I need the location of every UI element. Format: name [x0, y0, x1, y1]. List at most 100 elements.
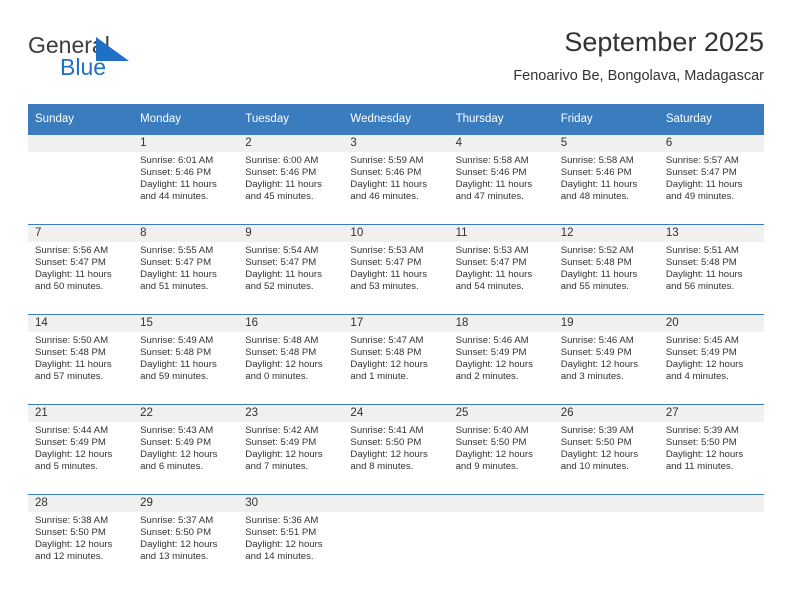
day-details: Sunrise: 5:37 AM Sunset: 5:50 PM Daylight:… [133, 512, 238, 563]
calendar-cell-day[interactable]: 23 Sunrise: 5:42 AM Sunset: 5:49 PM Dayligh… [238, 404, 344, 494]
calendar-cell-day[interactable]: 9 Sunrise: 5:54 AM Sunset: 5:47 PM Daylight… [238, 224, 344, 314]
calendar-cell-day[interactable]: 17 Sunrise: 5:47 AM Sunset: 5:48 PM Dayligh… [343, 314, 449, 404]
day-daylight-line-text: Daylight: 12 hours [665, 449, 744, 461]
day-details: Sunrise: 5:58 AM Sunset: 5:46 PM Daylight:… [449, 152, 554, 203]
day-number: 2 [238, 135, 344, 152]
day-details: Sunrise: 5:52 AM Sunset: 5:48 PM Daylight:… [554, 242, 659, 293]
cell-inner: 7 Sunrise: 5:56 AM Sunset: 5:47 PM Daylight… [28, 224, 134, 314]
cell-inner: 22 Sunrise: 5:43 AM Sunset: 5:49 PM Dayligh… [133, 404, 239, 494]
calendar-cell-day[interactable]: 12 Sunrise: 5:52 AM Sunset: 5:48 PM Dayligh… [553, 224, 659, 314]
day-daylight-line-text: and 48 minutes. [560, 191, 629, 203]
calendar-cell-day[interactable]: 27 Sunrise: 5:39 AM Sunset: 5:50 PM Dayligh… [658, 404, 764, 494]
day-details: Sunrise: 6:00 AM Sunset: 5:46 PM Daylight:… [238, 152, 343, 203]
day-number [448, 495, 554, 512]
day-sunset-text: Sunset: 5:50 PM [350, 437, 422, 449]
calendar-cell-day[interactable]: 15 Sunrise: 5:49 AM Sunset: 5:48 PM Dayligh… [133, 314, 239, 404]
cell-inner [343, 494, 449, 584]
calendar-cell-day[interactable]: 24 Sunrise: 5:41 AM Sunset: 5:50 PM Dayligh… [343, 404, 449, 494]
day-sunset-text: Sunset: 5:46 PM [455, 167, 527, 179]
day-details: Sunrise: 5:49 AM Sunset: 5:48 PM Daylight:… [133, 332, 238, 383]
general-blue-logo[interactable]: General Blue [28, 32, 158, 88]
calendar-cell-day[interactable]: 8 Sunrise: 5:55 AM Sunset: 5:47 PM Daylight… [133, 224, 239, 314]
day-daylight-line-text: Daylight: 12 hours [350, 359, 428, 371]
day-sunrise-text: Sunrise: 5:39 AM [560, 425, 634, 436]
day-daylight-line-text: Daylight: 12 hours [455, 359, 533, 371]
day-number: 23 [238, 405, 344, 422]
flag-icon [96, 37, 129, 61]
day-sunrise-text: Sunrise: 5:44 AM [35, 425, 109, 436]
calendar-cell-day[interactable]: 26 Sunrise: 5:39 AM Sunset: 5:50 PM Dayligh… [553, 404, 659, 494]
day-sunset-text: Sunset: 5:48 PM [665, 257, 737, 269]
calendar-week-row: 21 Sunrise: 5:44 AM Sunset: 5:49 PM Dayligh… [28, 404, 764, 494]
day-number: 16 [238, 315, 344, 332]
day-daylight-line-text: and 13 minutes. [140, 551, 209, 563]
calendar-cell-empty [658, 494, 764, 584]
day-sunrise-text: Sunrise: 5:53 AM [455, 245, 529, 256]
calendar-cell-day[interactable]: 19 Sunrise: 5:46 AM Sunset: 5:49 PM Dayligh… [553, 314, 659, 404]
calendar-cell-day[interactable]: 13 Sunrise: 5:51 AM Sunset: 5:48 PM Dayligh… [658, 224, 764, 314]
calendar-cell-day[interactable]: 5 Sunrise: 5:58 AM Sunset: 5:46 PM Daylight… [553, 134, 659, 224]
day-sunset-text: Sunset: 5:49 PM [140, 437, 212, 449]
cell-inner [28, 134, 134, 224]
cell-inner: 3 Sunrise: 5:59 AM Sunset: 5:46 PM Daylight… [343, 134, 449, 224]
calendar-cell-day[interactable]: 7 Sunrise: 5:56 AM Sunset: 5:47 PM Daylight… [28, 224, 134, 314]
day-details: Sunrise: 5:54 AM Sunset: 5:47 PM Daylight:… [238, 242, 343, 293]
calendar-cell-day[interactable]: 18 Sunrise: 5:46 AM Sunset: 5:49 PM Dayligh… [448, 314, 554, 404]
calendar-cell-day[interactable]: 4 Sunrise: 5:58 AM Sunset: 5:46 PM Daylight… [448, 134, 554, 224]
day-sunrise-text: Sunrise: 5:58 AM [560, 155, 634, 166]
day-sunrise-text: Sunrise: 5:41 AM [350, 425, 424, 436]
calendar-cell-day[interactable]: 29 Sunrise: 5:37 AM Sunset: 5:50 PM Dayligh… [133, 494, 239, 584]
calendar-cell-day[interactable]: 30 Sunrise: 5:36 AM Sunset: 5:51 PM Dayligh… [238, 494, 344, 584]
cell-inner [448, 494, 554, 584]
calendar-cell-day[interactable]: 21 Sunrise: 5:44 AM Sunset: 5:49 PM Dayligh… [28, 404, 134, 494]
weekday-header-sunday: Sunday [28, 104, 134, 134]
day-sunrise-text: Sunrise: 6:01 AM [140, 155, 214, 166]
calendar-page: General Blue September 2025 Fenoarivo Be… [0, 0, 792, 612]
day-details [449, 512, 554, 515]
day-sunrise-text: Sunrise: 5:53 AM [350, 245, 424, 256]
day-number [658, 495, 764, 512]
calendar-cell-day[interactable]: 20 Sunrise: 5:45 AM Sunset: 5:49 PM Dayligh… [658, 314, 764, 404]
day-daylight-line-text: and 54 minutes. [455, 281, 524, 293]
calendar-cell-empty [448, 494, 554, 584]
day-sunset-text: Sunset: 5:49 PM [560, 347, 632, 359]
cell-inner: 17 Sunrise: 5:47 AM Sunset: 5:48 PM Dayligh… [343, 314, 449, 404]
day-sunrise-text: Sunrise: 5:58 AM [455, 155, 529, 166]
calendar-cell-day[interactable]: 14 Sunrise: 5:50 AM Sunset: 5:48 PM Dayligh… [28, 314, 134, 404]
day-number: 10 [343, 225, 449, 242]
cell-inner: 19 Sunrise: 5:46 AM Sunset: 5:49 PM Dayligh… [553, 314, 659, 404]
day-daylight-line-text: Daylight: 11 hours [665, 179, 743, 191]
day-number: 25 [448, 405, 554, 422]
day-daylight-line-text: and 7 minutes. [245, 461, 309, 473]
calendar-cell-day[interactable]: 2 Sunrise: 6:00 AM Sunset: 5:46 PM Daylight… [238, 134, 344, 224]
calendar-week-row: 14 Sunrise: 5:50 AM Sunset: 5:48 PM Dayligh… [28, 314, 764, 404]
calendar-cell-day[interactable]: 10 Sunrise: 5:53 AM Sunset: 5:47 PM Dayligh… [343, 224, 449, 314]
day-daylight-line-text: Daylight: 11 hours [35, 359, 112, 371]
day-daylight-line-text: and 57 minutes. [35, 371, 104, 383]
calendar-cell-day[interactable]: 1 Sunrise: 6:01 AM Sunset: 5:46 PM Daylight… [133, 134, 239, 224]
cell-inner: 27 Sunrise: 5:39 AM Sunset: 5:50 PM Dayligh… [658, 404, 764, 494]
calendar-cell-day[interactable]: 22 Sunrise: 5:43 AM Sunset: 5:49 PM Dayligh… [133, 404, 239, 494]
day-daylight-line-text: Daylight: 11 hours [140, 269, 217, 281]
day-number: 26 [553, 405, 659, 422]
day-daylight-line-text: Daylight: 12 hours [140, 539, 218, 551]
day-details [659, 512, 764, 515]
weekday-header-tuesday: Tuesday [238, 104, 344, 134]
day-sunset-text: Sunset: 5:50 PM [35, 527, 106, 539]
calendar-cell-day[interactable]: 11 Sunrise: 5:53 AM Sunset: 5:47 PM Dayligh… [448, 224, 554, 314]
day-daylight-line-text: and 46 minutes. [350, 191, 419, 203]
day-number: 24 [343, 405, 449, 422]
calendar-cell-day[interactable]: 6 Sunrise: 5:57 AM Sunset: 5:47 PM Daylight… [658, 134, 764, 224]
day-sunset-text: Sunset: 5:50 PM [560, 437, 632, 449]
calendar-cell-day[interactable]: 3 Sunrise: 5:59 AM Sunset: 5:46 PM Daylight… [343, 134, 449, 224]
calendar-cell-day[interactable]: 25 Sunrise: 5:40 AM Sunset: 5:50 PM Dayligh… [448, 404, 554, 494]
calendar-cell-day[interactable]: 16 Sunrise: 5:48 AM Sunset: 5:48 PM Dayligh… [238, 314, 344, 404]
cell-inner: 16 Sunrise: 5:48 AM Sunset: 5:48 PM Dayligh… [238, 314, 344, 404]
day-sunset-text: Sunset: 5:46 PM [245, 167, 317, 179]
day-sunrise-text: Sunrise: 5:55 AM [140, 245, 214, 256]
day-details: Sunrise: 5:38 AM Sunset: 5:50 PM Daylight:… [28, 512, 133, 563]
day-daylight-line-text: Daylight: 12 hours [140, 449, 218, 461]
calendar-cell-day[interactable]: 28 Sunrise: 5:38 AM Sunset: 5:50 PM Dayligh… [28, 494, 134, 584]
day-number: 27 [658, 405, 764, 422]
cell-inner: 1 Sunrise: 6:01 AM Sunset: 5:46 PM Daylight… [133, 134, 239, 224]
